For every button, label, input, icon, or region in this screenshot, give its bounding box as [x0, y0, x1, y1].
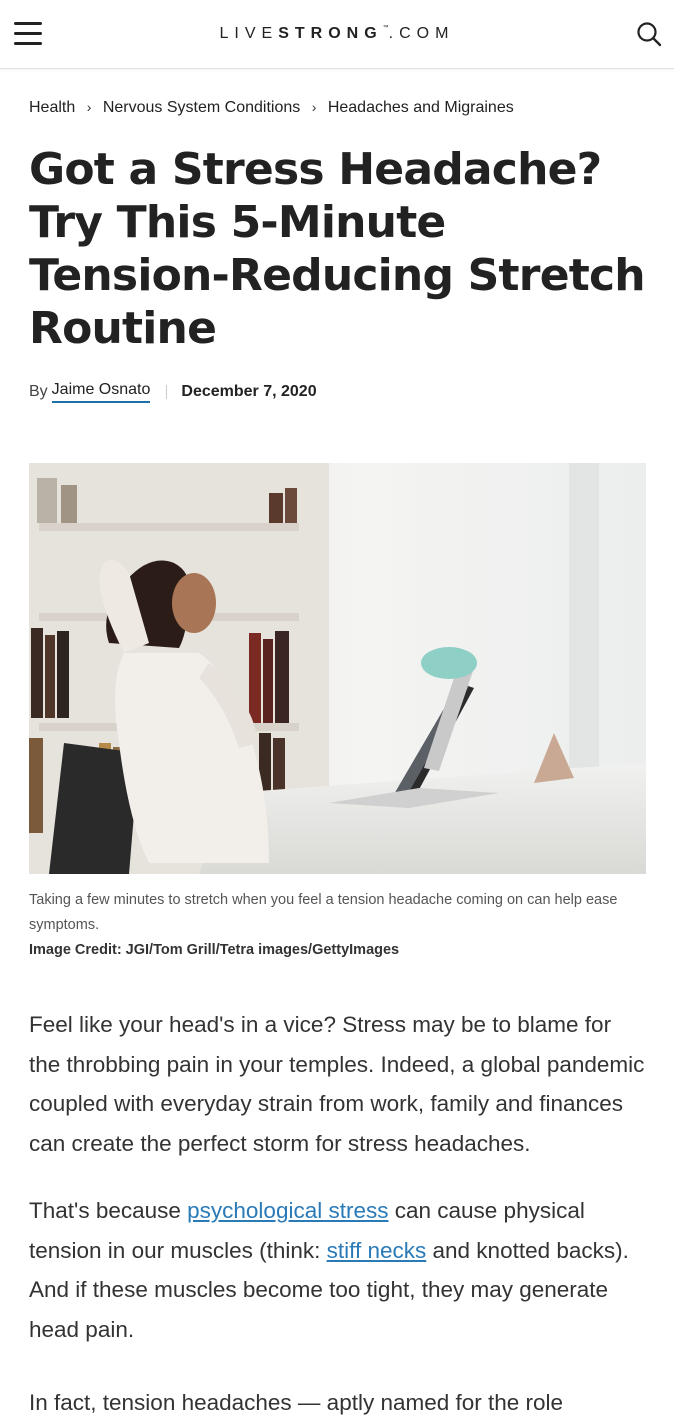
article-body: Feel like your head's in a vice? Stress … — [29, 1005, 645, 1423]
byline: By Jaime Osnato December 7, 2020 — [29, 381, 645, 403]
image-credit: Image Credit: JGI/Tom Grill/Tetra images… — [29, 942, 400, 958]
breadcrumb-item-headaches-and-migraines[interactable]: Headaches and Migraines — [328, 99, 514, 116]
article-title: Got a Stress Headache? Try This 5-Minute… — [29, 144, 646, 354]
article-paragraph-3: In fact, tension headaches — aptly named… — [29, 1390, 564, 1415]
chevron-right-icon: › — [311, 99, 317, 115]
article-paragraph-1: Feel like your head's in a vice? Stress … — [29, 1012, 645, 1156]
publish-date: December 7, 2020 — [181, 383, 317, 400]
byline-prefix: By — [29, 383, 48, 400]
author-link[interactable]: Jaime Osnato — [51, 381, 151, 403]
breadcrumb-item-nervous-system-conditions[interactable]: Nervous System Conditions — [103, 99, 300, 116]
hero-image-woman-stretching-at-desk — [29, 463, 646, 874]
breadcrumb-item-health[interactable]: Health — [29, 99, 75, 116]
stiff-necks-link[interactable]: stiff necks — [327, 1238, 427, 1263]
chevron-right-icon: › — [86, 99, 92, 115]
article-paragraph-2: That's because psychological stress can … — [29, 1191, 645, 1349]
psychological-stress-link[interactable]: psychological stress — [187, 1198, 388, 1223]
paragraph-text: That's because — [29, 1198, 188, 1223]
byline-divider — [166, 385, 168, 399]
breadcrumb: Health › Nervous System Conditions › Hea… — [29, 99, 645, 117]
article-content: Health › Nervous System Conditions › Hea… — [0, 99, 674, 1423]
livestrong-logo[interactable]: LIVESTRONG™.COM — [0, 25, 674, 43]
image-caption: Taking a few minutes to stretch when you… — [29, 892, 618, 933]
search-icon[interactable] — [636, 21, 662, 47]
top-navigation-bar: LIVESTRONG™.COM — [0, 0, 674, 69]
